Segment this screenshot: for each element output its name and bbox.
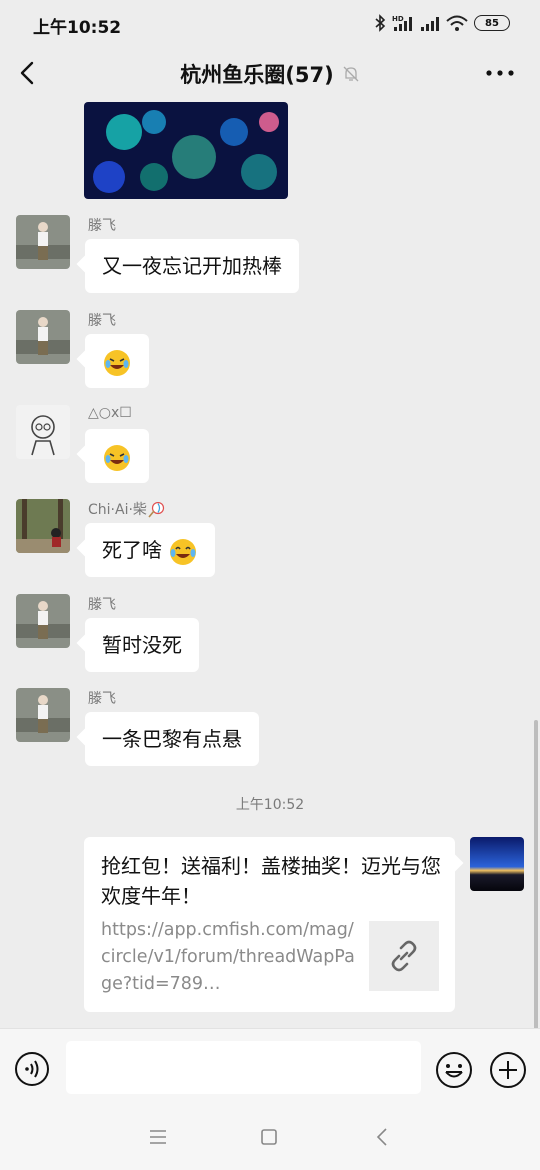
sender-name: 滕飞 [88, 313, 116, 329]
my-avatar[interactable] [470, 837, 524, 891]
message-bubble[interactable]: 暂时没死 [85, 618, 199, 672]
message-text: 一条巴黎有点悬 [102, 727, 242, 751]
coral-photo [84, 102, 288, 199]
sender-name: 滕飞 [88, 691, 116, 707]
more-dots-icon[interactable] [484, 58, 516, 88]
sender-name: △○x☐ [88, 405, 132, 421]
signal-icon [421, 17, 439, 31]
laughing-tears-emoji [104, 444, 130, 471]
message-text: 死了啥 [102, 538, 162, 562]
sender-name-text: Chi·Ai·柴 [88, 502, 147, 518]
sender-name: 滕飞 [88, 218, 116, 234]
avatar[interactable] [16, 215, 70, 269]
plus-icon[interactable] [489, 1051, 527, 1089]
link-card-message[interactable]: 抢红包！送福利！盖楼抽奖！迈光与您欢度牛年！ https://app.cmfis… [84, 837, 455, 1012]
chat-header: 杭州鱼乐圈(57) [0, 46, 540, 100]
hd-signal-icon: HD [392, 15, 412, 31]
coral-photo-message[interactable] [84, 102, 288, 199]
avatar[interactable] [16, 594, 70, 648]
message-bubble[interactable]: 死了啥 [85, 523, 216, 577]
link-icon [391, 940, 417, 972]
message-bubble[interactable]: 又一夜忘记开加热棒 [85, 239, 299, 293]
chat-title-bar: 杭州鱼乐圈(57) [0, 59, 540, 89]
status-bar: 上午10:52 HD 85 [0, 0, 540, 46]
avatar[interactable] [16, 310, 70, 364]
message-text: 暂时没死 [102, 633, 182, 657]
laughing-tears-emoji [104, 349, 130, 376]
sender-name: 滕飞 [88, 597, 116, 613]
status-icons: HD 85 [374, 12, 510, 34]
message-bubble[interactable] [85, 429, 149, 483]
avatar[interactable] [16, 405, 70, 459]
back-icon[interactable] [375, 1127, 389, 1147]
link-title: 抢红包！送福利！盖楼抽奖！迈光与您欢度牛年！ [101, 854, 441, 908]
input-bar [0, 1028, 540, 1107]
voice-icon[interactable] [14, 1051, 50, 1087]
message-bubble[interactable]: 一条巴黎有点悬 [85, 712, 259, 766]
chat-scrollbar[interactable] [534, 720, 538, 1028]
message-input[interactable] [66, 1041, 421, 1094]
menu-icon[interactable] [148, 1128, 168, 1146]
avatar[interactable] [16, 499, 70, 553]
chat-title: 杭州鱼乐圈(57) [180, 63, 334, 87]
battery-icon: 85 [474, 15, 510, 31]
wifi-icon [446, 15, 468, 31]
tears-of-joy-emoji [170, 538, 197, 565]
status-time: 上午10:52 [33, 18, 122, 38]
system-nav-bar [0, 1106, 540, 1170]
message-timestamp: 上午10:52 [235, 797, 305, 813]
emoji-icon[interactable] [435, 1051, 473, 1089]
chat-message-list[interactable]: 滕飞 又一夜忘记开加热棒 滕飞 △○x☐ Chi·Ai·柴 死了啥 滕飞 暂时没… [0, 100, 540, 1028]
link-thumbnail [369, 921, 439, 991]
svg-text:HD: HD [392, 15, 404, 23]
lollipop-icon [148, 501, 165, 518]
message-text: 又一夜忘记开加热棒 [102, 254, 282, 278]
bluetooth-icon [375, 14, 386, 32]
avatar[interactable] [16, 688, 70, 742]
link-url: https://app.cmfish.com/mag/circle/v1/for… [101, 920, 355, 994]
home-icon[interactable] [260, 1128, 278, 1146]
message-bubble[interactable] [85, 334, 149, 388]
sender-name: Chi·Ai·柴 [88, 499, 165, 519]
mute-bell-icon [343, 66, 359, 82]
